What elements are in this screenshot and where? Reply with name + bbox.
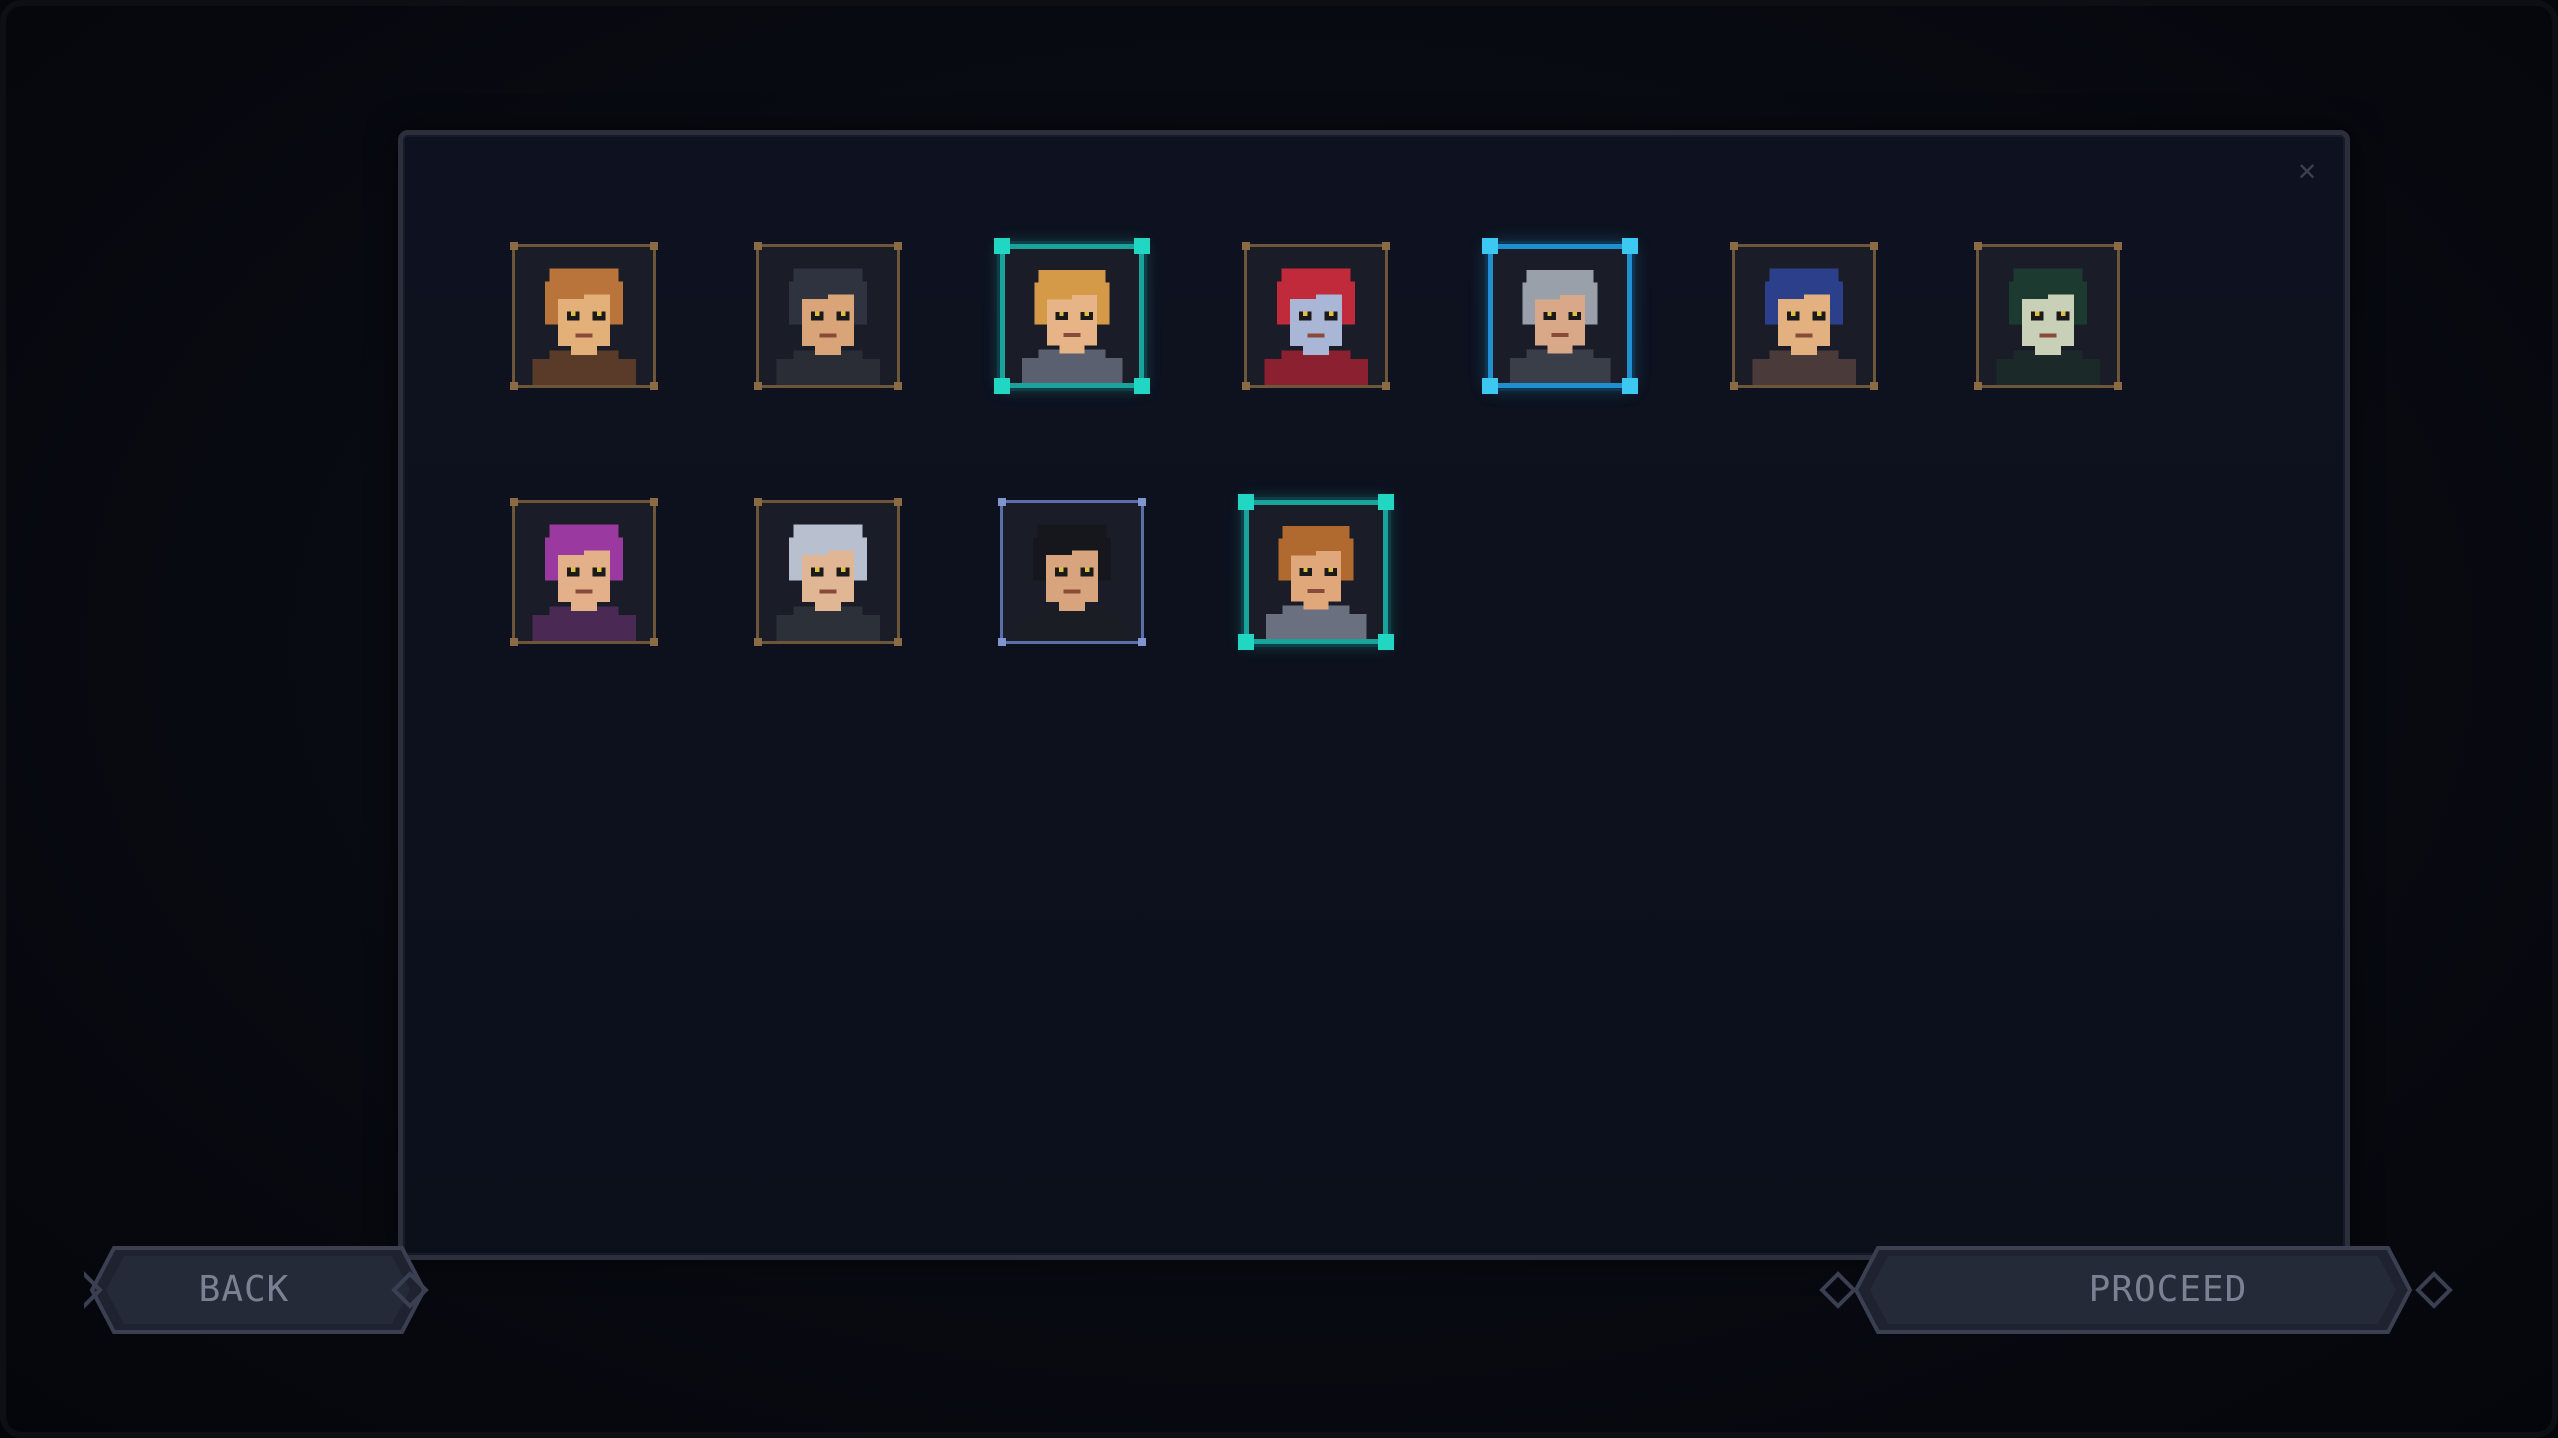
frame-corner	[754, 498, 762, 506]
portrait-slot-dark-hair-scarred[interactable]	[754, 242, 902, 390]
frame-corner	[998, 498, 1006, 506]
proceed-button[interactable]: PROCEED	[1818, 1240, 2468, 1340]
frame-corner	[650, 638, 658, 646]
portrait-slot-silver-hair-youth[interactable]	[754, 498, 902, 646]
frame-corner	[1134, 238, 1150, 254]
portrait-slot-brown-hair-youth[interactable]	[510, 242, 658, 390]
portrait-slot-blue-hair-masked[interactable]	[1730, 242, 1878, 390]
frame-corner	[510, 638, 518, 646]
character-portrait-art	[759, 503, 897, 641]
frame-corner	[894, 638, 902, 646]
back-button[interactable]: BACK	[84, 1240, 436, 1340]
frame-corner	[1382, 382, 1390, 390]
character-portrait-art	[1735, 247, 1873, 385]
portrait-slot-blonde-man[interactable]	[994, 238, 1150, 394]
frame-corner	[754, 382, 762, 390]
frame-corner	[1974, 242, 1982, 250]
character-portrait-art	[1979, 247, 2117, 385]
character-portrait-art	[515, 503, 653, 641]
frame-corner	[1134, 378, 1150, 394]
frame-corner	[1482, 238, 1498, 254]
frame-corner	[650, 498, 658, 506]
portrait-slot-purple-hair-girl[interactable]	[510, 498, 658, 646]
frame-corner	[1730, 382, 1738, 390]
character-portrait-art	[759, 247, 897, 385]
frame-corner	[1382, 242, 1390, 250]
frame-corner	[894, 242, 902, 250]
portrait-slot-grey-bearded-elder[interactable]	[1482, 238, 1638, 394]
frame-corner	[754, 638, 762, 646]
frame-corner	[994, 378, 1010, 394]
frame-corner	[1870, 242, 1878, 250]
frame-corner	[1242, 242, 1250, 250]
frame-corner	[1974, 382, 1982, 390]
frame-corner	[1622, 378, 1638, 394]
character-portrait-art	[1247, 247, 1385, 385]
frame-corner	[1378, 494, 1394, 510]
frame-corner	[1730, 242, 1738, 250]
frame-corner	[1238, 634, 1254, 650]
portrait-slot-red-hair-elf[interactable]	[1242, 242, 1390, 390]
proceed-button-label: PROCEED	[2088, 1269, 2248, 1310]
character-portrait-art	[1249, 505, 1383, 639]
frame-corner	[1138, 498, 1146, 506]
character-portrait-art	[515, 247, 653, 385]
character-portrait-art	[1005, 249, 1139, 383]
frame-corner	[1238, 494, 1254, 510]
character-portrait-art	[1003, 503, 1141, 641]
frame-corner	[650, 382, 658, 390]
frame-corner	[894, 498, 902, 506]
portrait-slot-green-hair-elf[interactable]	[1974, 242, 2122, 390]
frame-corner	[2114, 382, 2122, 390]
character-portrait-art	[1493, 249, 1627, 383]
frame-corner	[998, 638, 1006, 646]
frame-corner	[1242, 382, 1250, 390]
frame-corner	[510, 242, 518, 250]
frame-corner	[1138, 638, 1146, 646]
frame-corner	[2114, 242, 2122, 250]
game-screen: ✕ BACK PROCEED	[0, 0, 2558, 1438]
frame-corner	[754, 242, 762, 250]
frame-corner	[650, 242, 658, 250]
frame-corner	[994, 238, 1010, 254]
frame-corner	[1870, 382, 1878, 390]
back-button-label: BACK	[198, 1269, 290, 1310]
frame-corner	[1378, 634, 1394, 650]
frame-corner	[1622, 238, 1638, 254]
frame-corner	[1482, 378, 1498, 394]
frame-corner	[894, 382, 902, 390]
portrait-slot-black-hair-swordsman[interactable]	[998, 498, 1146, 646]
frame-corner	[510, 382, 518, 390]
close-icon[interactable]: ✕	[2293, 156, 2321, 186]
portrait-slot-auburn-hair-man[interactable]	[1238, 494, 1394, 650]
frame-corner	[510, 498, 518, 506]
